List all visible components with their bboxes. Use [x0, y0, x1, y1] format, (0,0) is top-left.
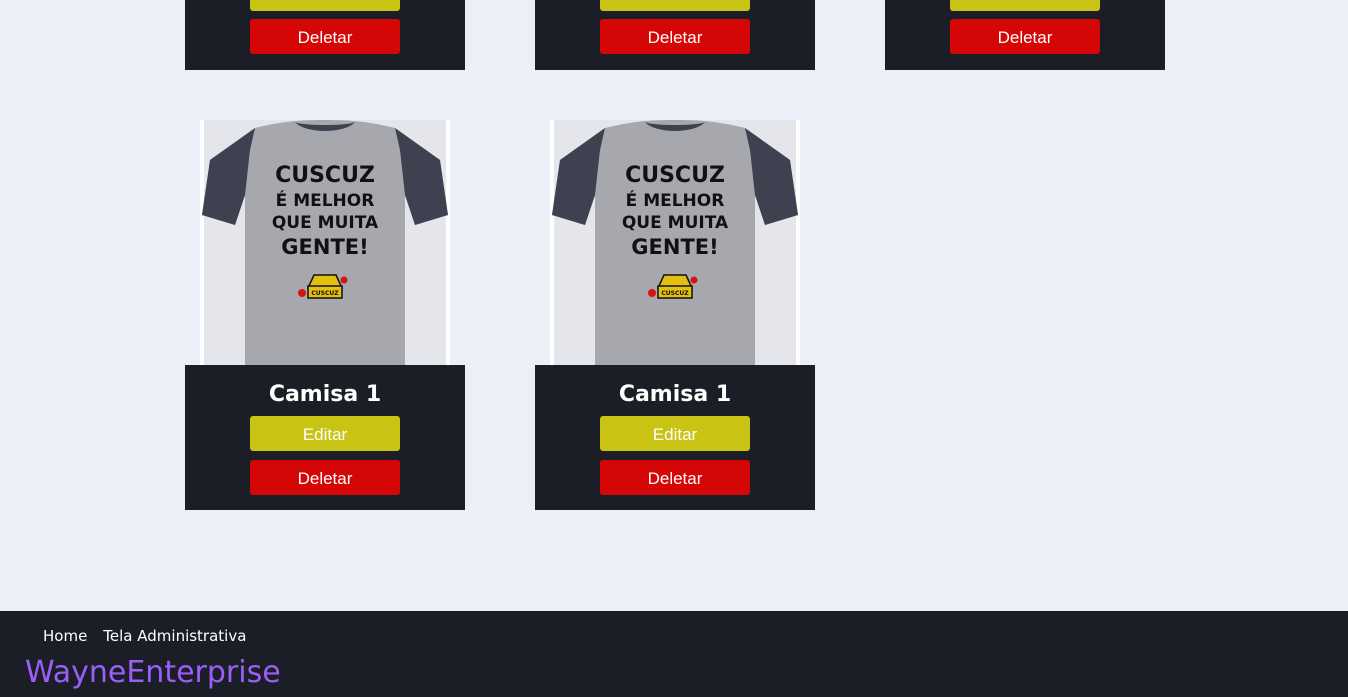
tshirt-image: CUSCUZ É MELHOR QUE MUITA GENTE! CUSCUZ [200, 120, 450, 365]
product-card: CUSCUZ É MELHOR QUE MUITA GENTE! CUSCUZ … [535, 120, 815, 510]
card-info: Deletar [535, 0, 815, 70]
shirt-line-4: GENTE! [281, 235, 368, 259]
delete-button[interactable]: Deletar [600, 460, 750, 495]
edit-button[interactable]: Editar [600, 416, 750, 451]
shirt-line-3: QUE MUITA [622, 213, 729, 233]
footer-nav: Home Tela Administrativa [43, 627, 246, 645]
edit-button[interactable] [600, 0, 750, 11]
shirt-line-2: É MELHOR [276, 189, 375, 211]
card-info: Deletar [885, 0, 1165, 70]
footer-link-home[interactable]: Home [43, 627, 87, 645]
edit-button[interactable] [950, 0, 1100, 11]
shirt-badge: CUSCUZ [311, 290, 339, 297]
delete-button[interactable]: Deletar [950, 19, 1100, 54]
shirt-line-1: CUSCUZ [275, 163, 375, 188]
product-card: Deletar [535, 0, 815, 70]
edit-button[interactable]: Editar [250, 416, 400, 451]
delete-button[interactable]: Deletar [600, 19, 750, 54]
shirt-badge: CUSCUZ [661, 290, 689, 297]
brand-logo[interactable]: WayneEnterprise [25, 655, 281, 691]
edit-button[interactable] [250, 0, 400, 11]
product-title: Camisa 1 [268, 382, 382, 407]
card-info: Camisa 1 Editar Deletar [185, 365, 465, 510]
tshirt-image: CUSCUZ É MELHOR QUE MUITA GENTE! CUSCUZ [550, 120, 800, 365]
product-card: Deletar [885, 0, 1165, 70]
footer: Home Tela Administrativa WayneEnterprise [0, 611, 1348, 697]
product-card: CUSCUZ É MELHOR QUE MUITA GENTE! CUSCUZ … [185, 120, 465, 510]
shirt-line-2: É MELHOR [626, 189, 725, 211]
card-info: Camisa 1 Editar Deletar [535, 365, 815, 510]
card-info: Deletar [185, 0, 465, 70]
footer-link-admin[interactable]: Tela Administrativa [103, 627, 246, 645]
shirt-line-4: GENTE! [631, 235, 718, 259]
delete-button[interactable]: Deletar [250, 19, 400, 54]
shirt-line-1: CUSCUZ [625, 163, 725, 188]
delete-button[interactable]: Deletar [250, 460, 400, 495]
product-card: Deletar [185, 0, 465, 70]
page: Deletar Deletar Deletar CUSCUZ É MELHOR … [0, 0, 1348, 697]
product-image[interactable]: CUSCUZ É MELHOR QUE MUITA GENTE! CUSCUZ [550, 120, 800, 365]
product-title: Camisa 1 [618, 382, 732, 407]
shirt-line-3: QUE MUITA [272, 213, 379, 233]
product-image[interactable]: CUSCUZ É MELHOR QUE MUITA GENTE! CUSCUZ [200, 120, 450, 365]
